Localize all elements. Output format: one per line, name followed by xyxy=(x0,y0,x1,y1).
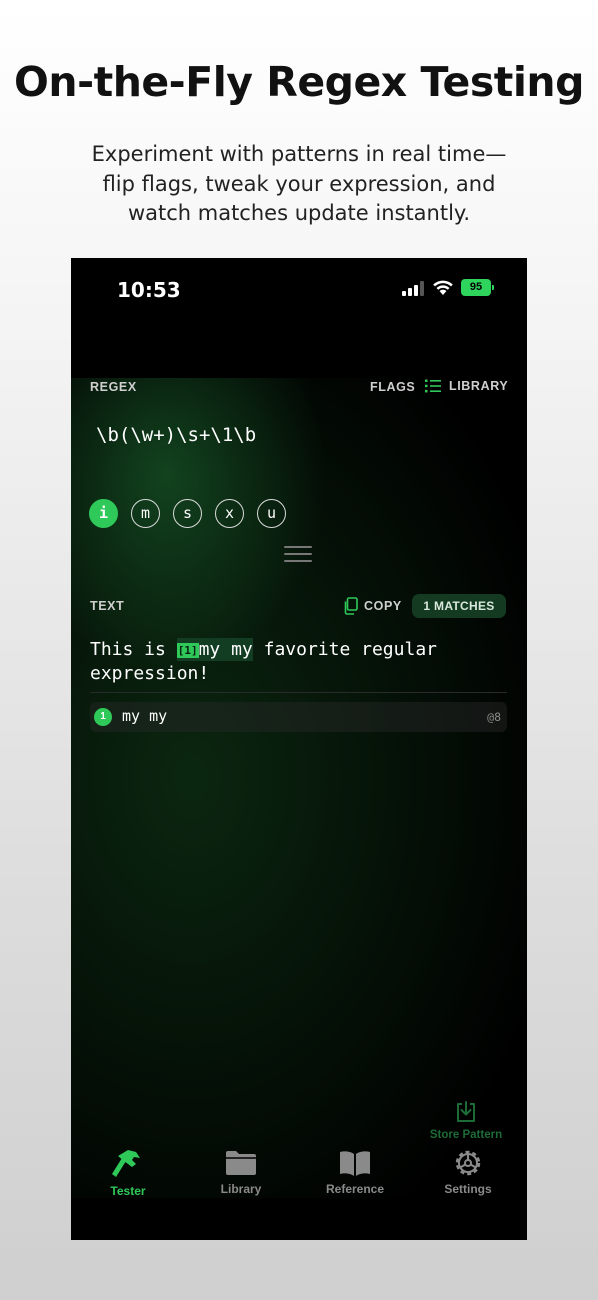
match-highlight: [1]my my xyxy=(176,638,253,661)
library-button[interactable]: LIBRARY xyxy=(425,379,508,393)
flag-toggle-x[interactable]: x xyxy=(215,499,244,528)
match-list-item[interactable]: 1 my my @8 xyxy=(90,702,507,732)
match-text: my my xyxy=(122,707,168,725)
tab-bar: Tester Library Reference Settings xyxy=(71,1148,527,1208)
status-time: 10:53 xyxy=(117,278,181,302)
regex-section-label: REGEX xyxy=(90,380,137,394)
tab-settings-label: Settings xyxy=(444,1182,492,1196)
store-pattern-button[interactable]: Store Pattern xyxy=(421,1100,511,1141)
flag-toggle-u[interactable]: u xyxy=(257,499,286,528)
library-button-label: LIBRARY xyxy=(449,379,509,393)
copy-icon xyxy=(344,597,358,615)
match-position: @8 xyxy=(487,710,501,724)
hammer-icon xyxy=(112,1150,140,1177)
flags-button[interactable]: FLAGS xyxy=(370,380,415,394)
tab-library[interactable]: Library xyxy=(184,1148,298,1196)
match-highlight-tag: [1] xyxy=(176,643,199,658)
flag-toggle-i[interactable]: i xyxy=(89,499,118,528)
flag-toggle-m[interactable]: m xyxy=(131,499,160,528)
regex-input[interactable]: \b(\w+)\s+\1\b xyxy=(96,424,256,446)
section-divider xyxy=(90,692,507,693)
wifi-icon xyxy=(433,280,453,295)
phone-screen: 10:53 95 REGEX FLAGS LIBRARY \b(\w+)\s+\… xyxy=(71,258,527,1240)
tab-tester-label: Tester xyxy=(110,1184,146,1198)
test-text-input[interactable]: This is [1]my my favorite regular expres… xyxy=(90,638,510,685)
matches-count-badge: 1 MATCHES xyxy=(412,594,506,618)
match-index-badge: 1 xyxy=(94,708,112,726)
text-before-match: This is xyxy=(90,639,177,660)
download-tray-icon xyxy=(457,1101,475,1122)
copy-button[interactable]: COPY xyxy=(343,597,402,615)
list-icon xyxy=(425,379,441,393)
gear-icon xyxy=(455,1150,481,1176)
book-icon xyxy=(340,1151,370,1176)
tab-settings[interactable]: Settings xyxy=(411,1148,525,1196)
drag-handle[interactable] xyxy=(284,546,312,567)
flag-toggle-s[interactable]: s xyxy=(173,499,202,528)
tab-reference-label: Reference xyxy=(325,1182,385,1196)
cellular-signal-icon xyxy=(402,281,426,296)
store-pattern-label: Store Pattern xyxy=(429,1129,503,1141)
text-section-label: TEXT xyxy=(90,599,125,613)
flag-toggles: i m s x u xyxy=(89,499,286,528)
promo-subhead: Experiment with patterns in real time— f… xyxy=(91,142,507,225)
tab-reference[interactable]: Reference xyxy=(298,1148,412,1196)
promo-headline: On-the-Fly Regex Testing xyxy=(14,58,584,106)
match-highlight-text: my my xyxy=(198,639,253,660)
tab-tester[interactable]: Tester xyxy=(71,1148,185,1198)
copy-button-label: COPY xyxy=(364,599,402,613)
tab-library-label: Library xyxy=(220,1182,262,1196)
folder-icon xyxy=(226,1151,256,1175)
battery-icon: 95 xyxy=(461,279,494,296)
